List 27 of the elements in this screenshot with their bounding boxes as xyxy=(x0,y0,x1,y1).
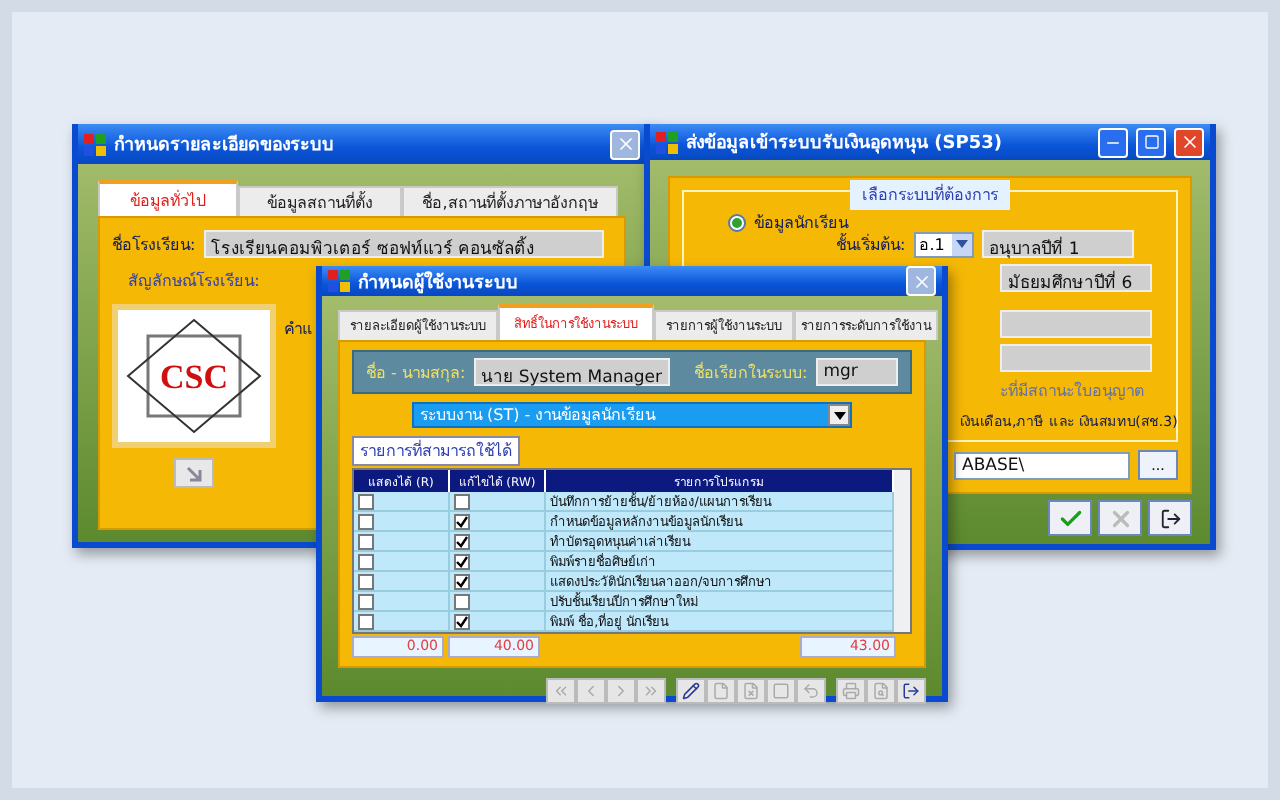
full-name-field[interactable]: นาย System Manager xyxy=(473,358,671,386)
note-text: ะที่มีสถานะใบอนุญาต xyxy=(1000,378,1144,404)
tab[interactable]: ข้อมูลทั่วไป xyxy=(98,180,238,216)
school-name-field[interactable]: โรงเรียนคอมพิวเตอร์ ซอฟท์แวร์ คอนซัลติ้ง xyxy=(203,230,604,258)
path-field[interactable]: ABASE\ xyxy=(954,451,1130,479)
login-name-field[interactable]: mgr xyxy=(815,358,898,386)
field-label: สัญลักษณ์โรงเรียน: xyxy=(128,269,260,294)
window-title: กำหนดผู้ใช้งานระบบ xyxy=(358,269,520,295)
field-label: ชื่อ - นามสกุล: xyxy=(366,360,466,385)
window-title: ส่งข้อมูลเข้าระบบรับเงินอุดหนุน (SP53) xyxy=(686,130,1004,156)
class-name-field[interactable]: มัธยมศึกษาปีที่ 6 xyxy=(1000,264,1152,292)
browse-button[interactable]: ... xyxy=(1138,450,1178,480)
field-label: ชื่อเรียกในระบบ: xyxy=(694,360,808,385)
group-title: เลือกระบบที่ต้องการ xyxy=(850,180,1010,210)
class-dropdown[interactable]: อ.1 xyxy=(913,231,974,257)
dropdown-value: ระบบงาน (ST) - งานข้อมูลนักเรียน xyxy=(420,404,656,428)
field-label: ชื่อโรงเรียน: xyxy=(112,232,196,257)
option-label: ข้อมูลนักเรียน xyxy=(754,212,848,233)
group-title: รายการที่สามารถใช้ได้ xyxy=(352,436,520,466)
dropdown-value: อ.1 xyxy=(919,233,945,257)
tab[interactable]: ข้อมูลสถานที่ตั้ง xyxy=(238,186,402,216)
window-title: กำหนดรายละเอียดของระบบ xyxy=(114,132,336,158)
tab[interactable]: ชื่อ,สถานที่ตั้งภาษาอังกฤษ xyxy=(402,186,618,216)
class-name-field[interactable]: อนุบาลปีที่ 1 xyxy=(981,230,1134,258)
field-label: ชั้นเริ่มต้น: xyxy=(836,233,906,257)
field-label: คำแ xyxy=(284,318,312,342)
logo-drawing: CSC xyxy=(124,316,264,436)
